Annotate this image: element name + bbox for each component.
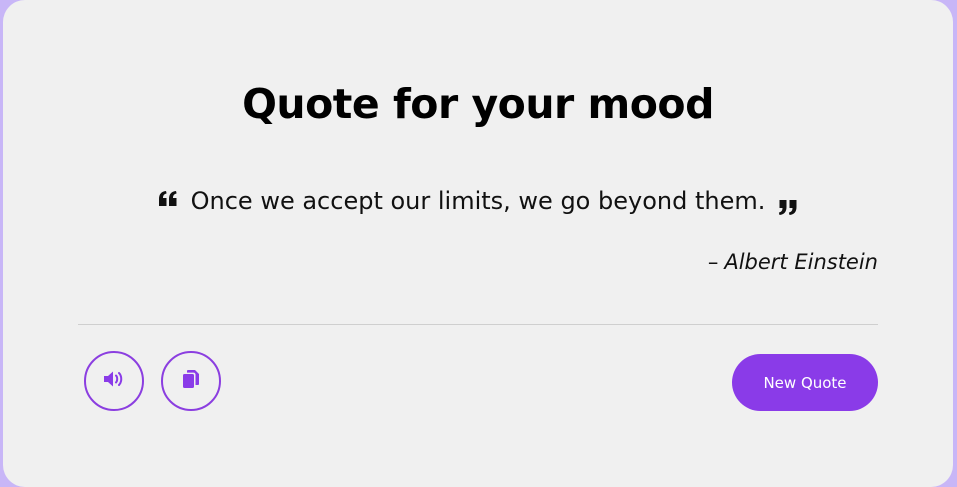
author-dash: –	[707, 250, 719, 274]
quote-area: Once we accept our limits, we go beyond …	[3, 184, 953, 219]
speak-button[interactable]	[84, 351, 144, 411]
quote-left-icon	[157, 188, 179, 210]
divider	[78, 324, 878, 325]
volume-icon	[103, 370, 125, 392]
quote-text: Once we accept our limits, we go beyond …	[190, 187, 766, 215]
author: – Albert Einstein	[708, 250, 878, 274]
quote-right-icon	[777, 197, 799, 219]
copy-button[interactable]	[161, 351, 221, 411]
page-title: Quote for your mood	[242, 80, 714, 128]
author-name: Albert Einstein	[724, 250, 878, 274]
copy-icon	[182, 369, 200, 393]
new-quote-button[interactable]: New Quote	[732, 354, 878, 411]
quote-card: Quote for your mood Once we accept our l…	[3, 0, 953, 487]
